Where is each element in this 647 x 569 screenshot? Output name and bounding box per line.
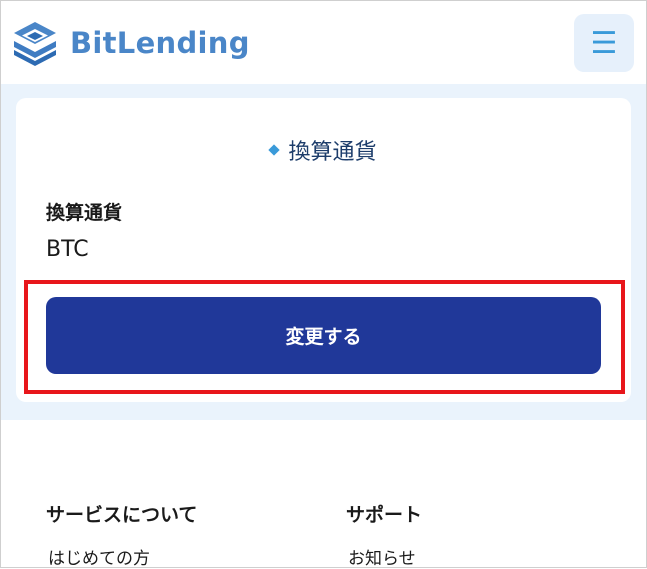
logo-text: BitLending	[70, 26, 250, 60]
diamond-icon	[268, 144, 281, 156]
currency-field-label: 換算通貨	[46, 202, 123, 224]
footer-heading-support: サポート	[346, 504, 423, 526]
site-logo[interactable]: BitLending	[12, 20, 250, 66]
footer-link-beginners[interactable]: はじめての方	[48, 544, 150, 569]
hamburger-icon: ☰	[590, 25, 618, 61]
change-button[interactable]: 変更する	[46, 297, 601, 374]
footer-heading-service: サービスについて	[46, 504, 198, 526]
menu-button[interactable]: ☰	[574, 14, 634, 72]
site-header: BitLending ☰	[0, 0, 647, 84]
currency-field-value: BTC	[46, 237, 89, 262]
bitlending-logo-icon	[14, 22, 56, 66]
site-footer: サービスについて はじめての方 サポート お知らせ	[0, 420, 647, 569]
card-title-text: 換算通貨	[288, 140, 377, 165]
card-title: 換算通貨	[16, 134, 631, 166]
footer-link-news[interactable]: お知らせ	[348, 544, 416, 569]
